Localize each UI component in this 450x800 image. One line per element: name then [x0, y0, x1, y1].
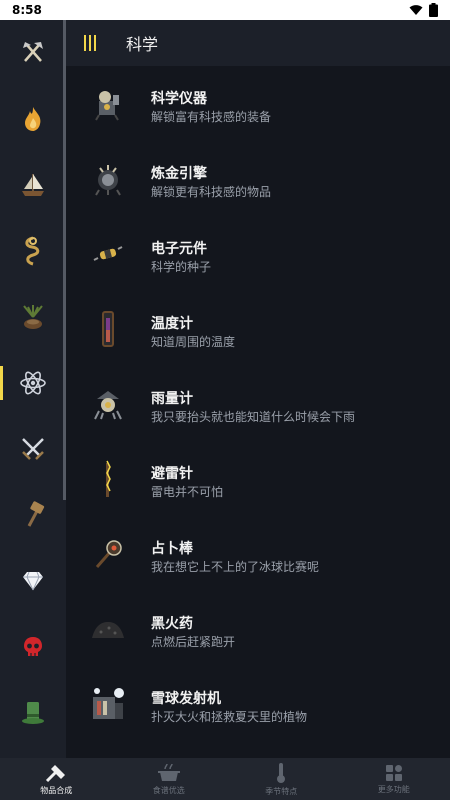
list-item[interactable]: 雨量计 我只要抬头就也能知道什么时候会下雨 [66, 366, 450, 441]
sidebar-item-fight[interactable] [0, 416, 66, 482]
top-header: 科学 [66, 20, 450, 66]
item-name: 科学仪器 [151, 91, 207, 107]
tab-label: 更多功能 [377, 784, 410, 794]
list-item[interactable]: 避雷针 雷电并不可怕 [66, 441, 450, 516]
gunpowder-icon [88, 609, 128, 649]
list-item[interactable]: 炼金引擎 解锁更有科技感的物品 [66, 141, 450, 216]
alchemy-engine-icon [88, 159, 128, 199]
diamond-icon [23, 571, 43, 591]
item-name: 电子元件 [151, 241, 207, 257]
item-desc: 点燃后赶紧跑开 [151, 635, 236, 649]
item-name: 雪球发射机 [151, 691, 221, 707]
bottom-navigation: 物品合成 食谱优选 季节特点 更多功能 [0, 758, 450, 800]
battery-icon [429, 3, 438, 17]
list-item[interactable]: 科学仪器 解锁富有科技感的装备 [66, 66, 450, 141]
menu-button[interactable] [66, 20, 114, 66]
status-time: 8:58 [12, 3, 42, 17]
wifi-icon [409, 5, 423, 15]
ice-flingomatic-icon [88, 684, 128, 724]
electrical-doodad-icon [88, 234, 128, 274]
crossed-swords-icon [22, 438, 44, 460]
item-desc: 扑灭大火和拯救夏天里的植物 [151, 710, 308, 724]
axe-pickaxe-icon [23, 42, 43, 62]
item-desc: 我只要抬头就也能知道什么时候会下雨 [151, 410, 356, 424]
cooking-pot-icon [157, 763, 180, 781]
list-item[interactable]: 温度计 知道周围的温度 [66, 291, 450, 366]
tab-label: 季节特点 [265, 786, 298, 796]
tab-recipes[interactable]: 食谱优选 [113, 758, 226, 800]
red-skull-icon [24, 637, 42, 656]
rope-icon [25, 236, 40, 266]
menu-bars-icon [84, 35, 96, 51]
status-bar: 8:58 [0, 0, 450, 20]
item-name: 避雷针 [151, 466, 193, 482]
item-name: 炼金引擎 [151, 166, 207, 182]
lightning-rod-icon [88, 459, 128, 499]
grid-more-icon [385, 764, 402, 781]
top-hat-icon [22, 702, 44, 724]
item-name: 占卜棒 [151, 541, 193, 557]
sidebar-item-science[interactable] [0, 350, 66, 416]
sidebar-item-dress[interactable] [0, 680, 66, 746]
item-desc: 雷电并不可怕 [151, 485, 224, 499]
sidebar-item-tools[interactable] [0, 20, 66, 86]
fire-icon [25, 107, 41, 131]
sidebar-item-refine[interactable] [0, 548, 66, 614]
hammer-icon [27, 501, 45, 527]
item-name: 黑火药 [151, 616, 193, 632]
tab-label: 物品合成 [40, 785, 73, 795]
list-item[interactable]: 黑火药 点燃后赶紧跑开 [66, 591, 450, 666]
item-name: 温度计 [151, 316, 193, 332]
sidebar-item-survival[interactable] [0, 218, 66, 284]
item-desc: 科学的种子 [151, 260, 212, 274]
item-desc: 解锁富有科技感的装备 [151, 110, 272, 124]
category-sidebar[interactable] [0, 20, 66, 758]
page-title: 科学 [126, 35, 159, 54]
system-icons [409, 3, 438, 17]
item-desc: 我在想它上不上的了冰球比赛呢 [151, 560, 320, 574]
science-machine-icon [88, 84, 128, 124]
sidebar-item-structures[interactable] [0, 482, 66, 548]
thermometer-season-icon [277, 762, 286, 783]
tab-crafting[interactable]: 物品合成 [0, 758, 113, 800]
thermometer-icon [88, 309, 128, 349]
tab-label: 食谱优选 [152, 785, 185, 795]
boat-icon [22, 174, 44, 196]
recipe-list[interactable]: 科学仪器 解锁富有科技感的装备 炼金引擎 解锁更有科技感的物品 电子元件 科学的… [66, 66, 450, 758]
item-desc: 解锁更有科技感的物品 [151, 185, 272, 199]
atom-science-icon [20, 371, 46, 395]
list-item[interactable]: 占卜棒 我在想它上不上的了冰球比赛呢 [66, 516, 450, 591]
list-item[interactable]: 雪球发射机 扑灭大火和拯救夏天里的植物 [66, 666, 450, 741]
tab-more[interactable]: 更多功能 [338, 758, 450, 800]
rainometer-icon [88, 384, 128, 424]
divining-rod-icon [88, 534, 128, 574]
item-name: 雨量计 [151, 391, 193, 407]
farm-plant-icon [23, 305, 43, 329]
item-desc: 知道周围的温度 [151, 335, 236, 349]
crafting-icon [46, 764, 66, 782]
sidebar-item-food[interactable] [0, 284, 66, 350]
sidebar-item-nautical[interactable] [0, 152, 66, 218]
tab-seasons[interactable]: 季节特点 [225, 758, 338, 800]
sidebar-item-light[interactable] [0, 86, 66, 152]
sidebar-item-magic[interactable] [0, 614, 66, 680]
list-item[interactable]: 电子元件 科学的种子 [66, 216, 450, 291]
